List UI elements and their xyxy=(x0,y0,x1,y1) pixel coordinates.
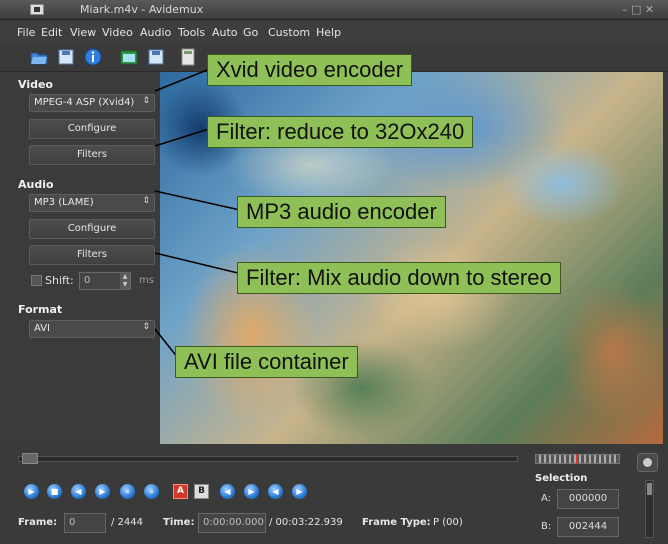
video-codec-select[interactable]: MPEG-4 ASP (Xvid4) ⇕ xyxy=(29,94,155,112)
next-black-frame-icon[interactable]: ▶ xyxy=(244,484,259,499)
callout-video-filter: Filter: reduce to 32Ox240 xyxy=(207,116,474,148)
next-frame-icon[interactable]: ▶ xyxy=(95,484,110,499)
video-section-title: Video xyxy=(18,78,53,91)
marker-a-icon[interactable]: A xyxy=(173,484,188,499)
audio-configure-button[interactable]: Configure xyxy=(29,219,155,239)
menu-tools[interactable]: Tools xyxy=(178,26,205,39)
title-bar: Miark.m4v - Avidemux – □ ✕ xyxy=(0,0,668,20)
previous-keyframe-icon[interactable]: « xyxy=(120,484,135,499)
video-configure-button[interactable]: Configure xyxy=(29,119,155,139)
callout-audio-filter: Filter: Mix audio down to stereo xyxy=(237,262,561,294)
format-section-title: Format xyxy=(18,303,63,316)
volume-knob-icon[interactable] xyxy=(637,453,658,472)
first-frame-icon[interactable]: ◀ xyxy=(268,484,283,499)
callout-container: AVI file container xyxy=(175,346,358,378)
audio-filters-button[interactable]: Filters xyxy=(29,245,155,265)
menu-help[interactable]: Help xyxy=(316,26,341,39)
last-frame-icon[interactable]: ▶ xyxy=(292,484,307,499)
selection-a-label: A: xyxy=(541,493,552,504)
menu-edit[interactable]: Edit xyxy=(41,26,62,39)
save-as-icon[interactable] xyxy=(147,48,165,66)
shift-label: Shift: xyxy=(45,274,74,287)
stepper-up-icon[interactable]: ▲ xyxy=(120,273,130,281)
next-keyframe-icon[interactable]: » xyxy=(144,484,159,499)
video-codec-value: MPEG-4 ASP (Xvid4) xyxy=(34,97,135,108)
combo-arrows-icon: ⇕ xyxy=(142,196,150,206)
navigation-bar: ▶ ■ ◀ ▶ « » A B ◀ ▶ ◀ ▶ Frame: 0 / 2444 … xyxy=(0,444,668,544)
shift-checkbox[interactable] xyxy=(31,275,42,286)
time-input[interactable]: 0:00:00.000 xyxy=(198,513,266,533)
menu-bar: File Edit View Video Audio Tools Auto Go… xyxy=(0,20,668,42)
shift-stepper[interactable]: 0 ▲ ▼ xyxy=(79,272,131,290)
window-controls[interactable]: – □ ✕ xyxy=(622,3,654,16)
save-icon[interactable] xyxy=(57,48,75,66)
menu-auto[interactable]: Auto xyxy=(212,26,238,39)
play-icon[interactable]: ▶ xyxy=(24,484,39,499)
menu-video[interactable]: Video xyxy=(102,26,133,39)
app-icon xyxy=(30,4,44,15)
audio-codec-value: MP3 (LAME) xyxy=(34,197,94,208)
time-label: Time: xyxy=(163,517,195,528)
combo-arrows-icon: ⇕ xyxy=(142,322,150,332)
previous-frame-icon[interactable]: ◀ xyxy=(71,484,86,499)
callout-audio-encoder: MP3 audio encoder xyxy=(237,196,446,228)
volume-slider[interactable] xyxy=(645,480,654,538)
menu-go[interactable]: Go xyxy=(243,26,258,39)
previous-black-frame-icon[interactable]: ◀ xyxy=(220,484,235,499)
open-folder-icon[interactable] xyxy=(30,48,48,66)
combo-arrows-icon: ⇕ xyxy=(142,96,150,106)
menu-file[interactable]: File xyxy=(17,26,35,39)
selection-a-field[interactable]: 000000 xyxy=(557,489,619,509)
calculator-icon[interactable] xyxy=(179,48,197,66)
frame-type-value: P (00) xyxy=(433,517,463,528)
frame-label: Frame: xyxy=(18,517,58,528)
menu-view[interactable]: View xyxy=(70,26,96,39)
codec-panel: Video MPEG-4 ASP (Xvid4) ⇕ Configure Filt… xyxy=(0,72,160,444)
menu-custom[interactable]: Custom xyxy=(268,26,310,39)
shift-value: 0 xyxy=(84,275,91,286)
audio-section-title: Audio xyxy=(18,178,54,191)
frame-type-label: Frame Type: xyxy=(362,517,431,528)
callout-video-encoder: Xvid video encoder xyxy=(207,54,413,86)
image-folder-icon[interactable] xyxy=(120,48,138,66)
audio-codec-select[interactable]: MP3 (LAME) ⇕ xyxy=(29,194,155,212)
format-select[interactable]: AVI ⇕ xyxy=(29,320,155,338)
info-icon[interactable] xyxy=(84,48,102,66)
time-total: / 00:03:22.939 xyxy=(269,517,343,528)
format-value: AVI xyxy=(34,323,50,334)
marker-b-icon[interactable]: B xyxy=(194,484,209,499)
stepper-down-icon[interactable]: ▼ xyxy=(120,281,130,289)
frame-total: / 2444 xyxy=(111,517,143,528)
shift-unit: ms xyxy=(139,275,154,286)
frame-input[interactable]: 0 xyxy=(64,513,106,533)
stop-icon[interactable]: ■ xyxy=(47,484,62,499)
menu-audio[interactable]: Audio xyxy=(140,26,171,39)
audio-meter xyxy=(535,454,620,464)
selection-title: Selection xyxy=(535,473,588,484)
selection-b-field[interactable]: 002444 xyxy=(557,517,619,537)
window-title: Miark.m4v - Avidemux xyxy=(80,3,204,16)
timeline-slider[interactable] xyxy=(18,456,518,462)
selection-b-label: B: xyxy=(541,521,552,532)
timeline-handle[interactable] xyxy=(22,453,38,464)
video-filters-button[interactable]: Filters xyxy=(29,145,155,165)
